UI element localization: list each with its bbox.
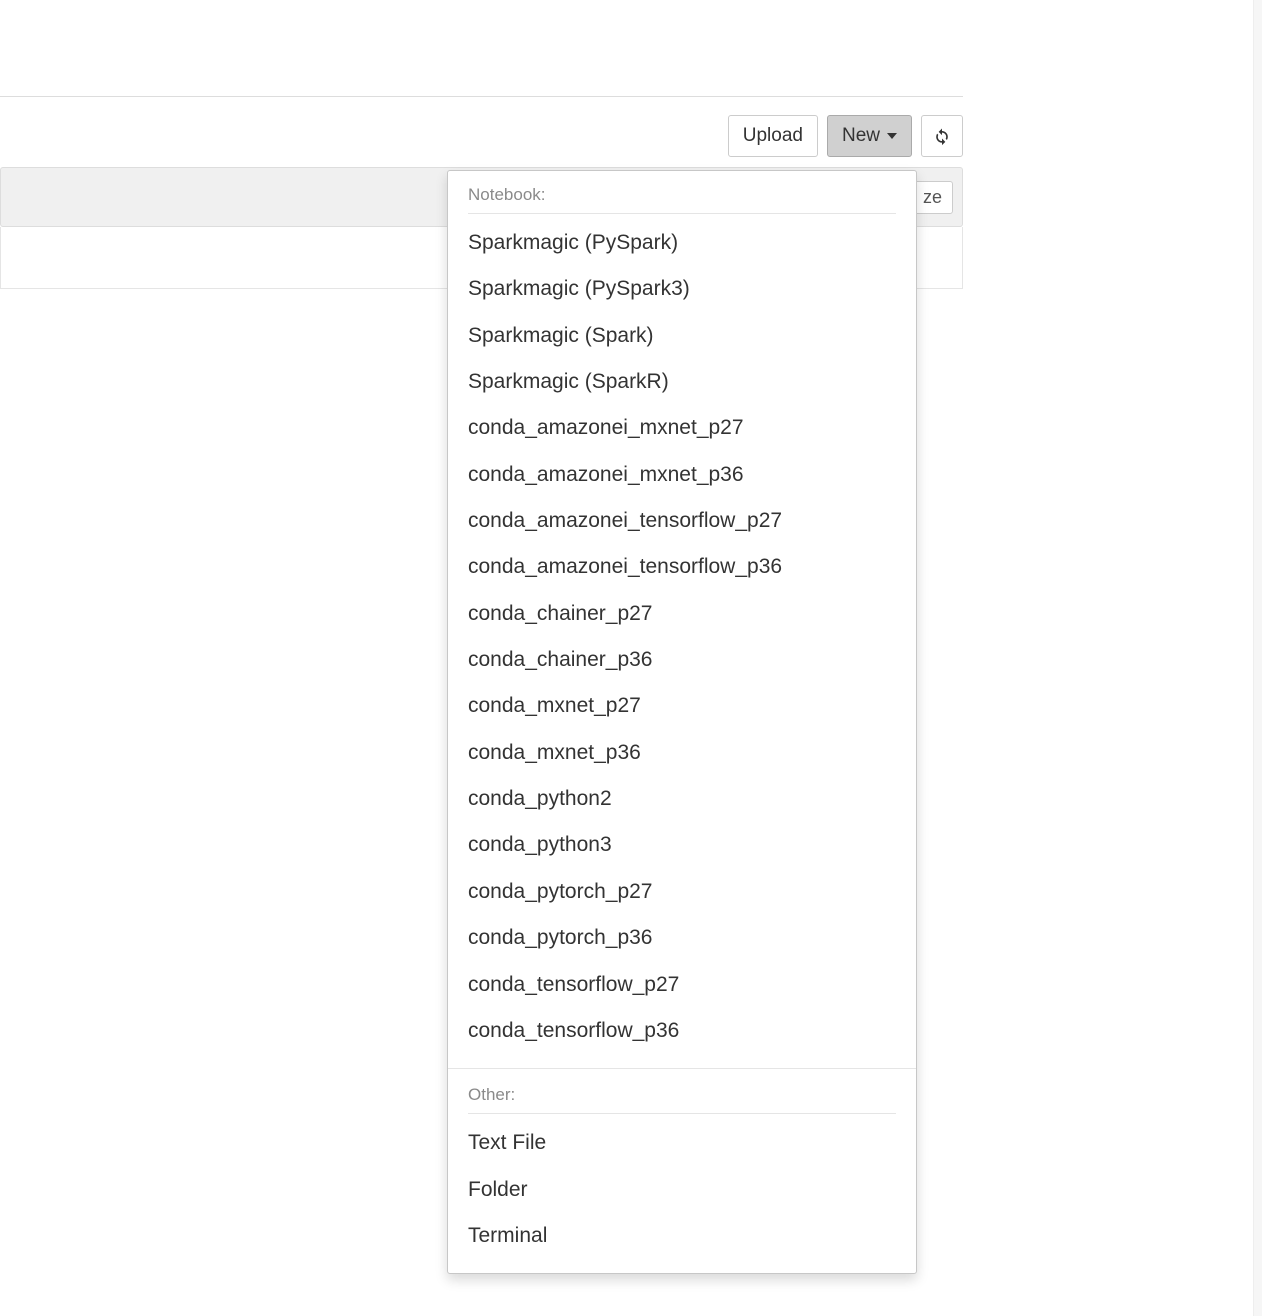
toolbar: Upload New [0,97,963,167]
dropdown-item-other[interactable]: Folder [448,1167,916,1213]
refresh-button[interactable] [921,115,963,157]
vertical-scrollbar[interactable] [1253,0,1262,1316]
new-label: New [842,125,880,147]
dropdown-item-notebook[interactable]: Sparkmagic (SparkR) [448,359,916,405]
notebook-items-container: Sparkmagic (PySpark)Sparkmagic (PySpark3… [448,220,916,1054]
upload-button[interactable]: Upload [728,115,818,157]
new-button[interactable]: New [827,115,912,157]
dropdown-item-notebook[interactable]: conda_chainer_p27 [448,591,916,637]
header-area [0,0,963,97]
dropdown-item-notebook[interactable]: conda_chainer_p36 [448,637,916,683]
viewport: Upload New ze Notebook: Sparkmagic (PySp… [0,0,1262,1316]
dropdown-item-notebook[interactable]: Sparkmagic (PySpark) [448,220,916,266]
dropdown-item-notebook[interactable]: conda_amazonei_tensorflow_p36 [448,544,916,590]
refresh-icon [932,126,952,146]
divider [468,213,896,214]
other-items-container: Text FileFolderTerminal [448,1120,916,1259]
dropdown-item-notebook[interactable]: conda_tensorflow_p36 [448,1008,916,1054]
chevron-down-icon [887,133,897,139]
divider [468,1113,896,1114]
dropdown-item-notebook[interactable]: conda_tensorflow_p27 [448,962,916,1008]
dropdown-item-notebook[interactable]: conda_pytorch_p36 [448,915,916,961]
dropdown-item-other[interactable]: Text File [448,1120,916,1166]
dropdown-item-notebook[interactable]: conda_pytorch_p27 [448,869,916,915]
size-column-header[interactable]: ze [912,181,953,214]
dropdown-item-notebook[interactable]: conda_python3 [448,822,916,868]
dropdown-item-notebook[interactable]: Sparkmagic (Spark) [448,313,916,359]
dropdown-item-notebook[interactable]: conda_amazonei_mxnet_p27 [448,405,916,451]
dropdown-item-notebook[interactable]: conda_amazonei_tensorflow_p27 [448,498,916,544]
divider [448,1068,916,1069]
upload-label: Upload [743,125,803,147]
dropdown-item-notebook[interactable]: Sparkmagic (PySpark3) [448,266,916,312]
size-column-label: ze [923,187,942,207]
dropdown-section-other: Other: [448,1079,916,1111]
dropdown-section-notebook: Notebook: [448,179,916,211]
dropdown-item-notebook[interactable]: conda_python2 [448,776,916,822]
dropdown-item-other[interactable]: Terminal [448,1213,916,1259]
dropdown-item-notebook[interactable]: conda_mxnet_p27 [448,683,916,729]
dropdown-item-notebook[interactable]: conda_mxnet_p36 [448,730,916,776]
new-dropdown: Notebook: Sparkmagic (PySpark)Sparkmagic… [447,170,917,1274]
dropdown-item-notebook[interactable]: conda_amazonei_mxnet_p36 [448,452,916,498]
